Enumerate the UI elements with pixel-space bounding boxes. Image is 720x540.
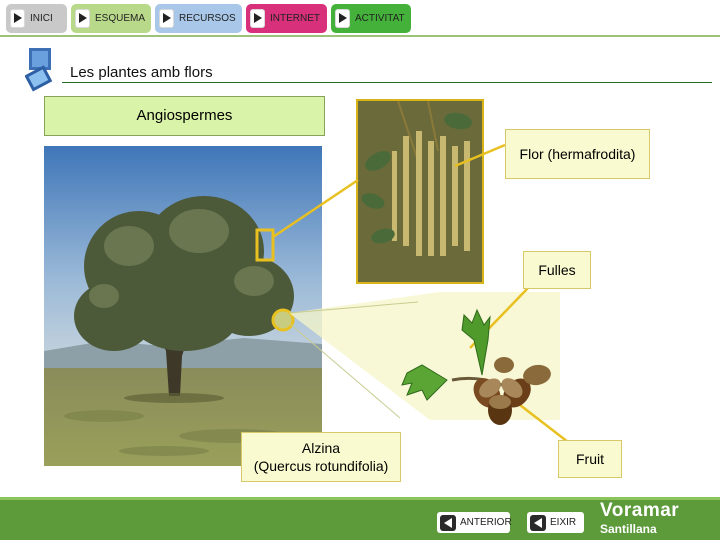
flower-label-box: Flor (hermafrodita) [505,129,650,179]
species-label-box: Alzina (Quercus rotundifolia) [241,432,401,482]
nav-esquema-label: ESQUEMA [95,13,146,24]
nav-inici-label: INICI [30,13,53,24]
species-scientific-name: (Quercus rotundifolia) [253,458,389,474]
fruit-label: Fruit [576,451,604,467]
leaves-and-acorns-illustration [401,308,551,425]
play-icon [250,9,265,28]
nav-inici-button[interactable]: INICI [6,4,67,33]
fruit-label-box: Fruit [558,440,622,478]
nav-activitat-button[interactable]: ACTIVITAT [331,4,411,33]
brand-main-text: Voramar [600,500,680,521]
play-icon [75,9,90,28]
exit-label: EIXIR [550,517,577,528]
nav-internet-button[interactable]: INTERNET [246,4,327,33]
previous-label: ANTERIOR [460,517,512,528]
nav-esquema-button[interactable]: ESQUEMA [71,4,151,33]
oak-flowers-photo [356,99,484,284]
nav-recursos-label: RECURSOS [179,13,236,24]
publisher-logo: Voramar Santillana [600,500,679,536]
book-pages-icon [25,48,53,92]
leaf-highlight-circle [271,308,295,332]
back-arrow-icon [530,514,546,531]
leaf-left [401,364,448,401]
species-common-name: Alzina [301,440,341,456]
brand-sub-text: Santillana [600,522,657,536]
angiospermes-heading: Angiospermes [44,96,325,136]
play-icon [335,9,350,28]
page-title: Les plantes amb flors [70,64,213,81]
play-icon [159,9,174,28]
nav-internet-label: INTERNET [270,13,320,24]
nav-activitat-label: ACTIVITAT [355,13,405,24]
nav-recursos-button[interactable]: RECURSOS [155,4,242,33]
angiospermes-label: Angiospermes [136,107,233,124]
back-arrow-icon [440,514,456,531]
flower-label: Flor (hermafrodita) [519,146,636,162]
holm-oak-photo [44,146,322,466]
top-divider [0,35,720,37]
play-icon [10,9,25,28]
exit-button[interactable]: EIXIR [527,512,584,533]
title-divider [62,82,712,83]
leaves-label: Fulles [538,262,576,278]
leaf-top [461,308,491,376]
leaves-label-box: Fulles [523,251,591,289]
previous-button[interactable]: ANTERIOR [437,512,512,533]
